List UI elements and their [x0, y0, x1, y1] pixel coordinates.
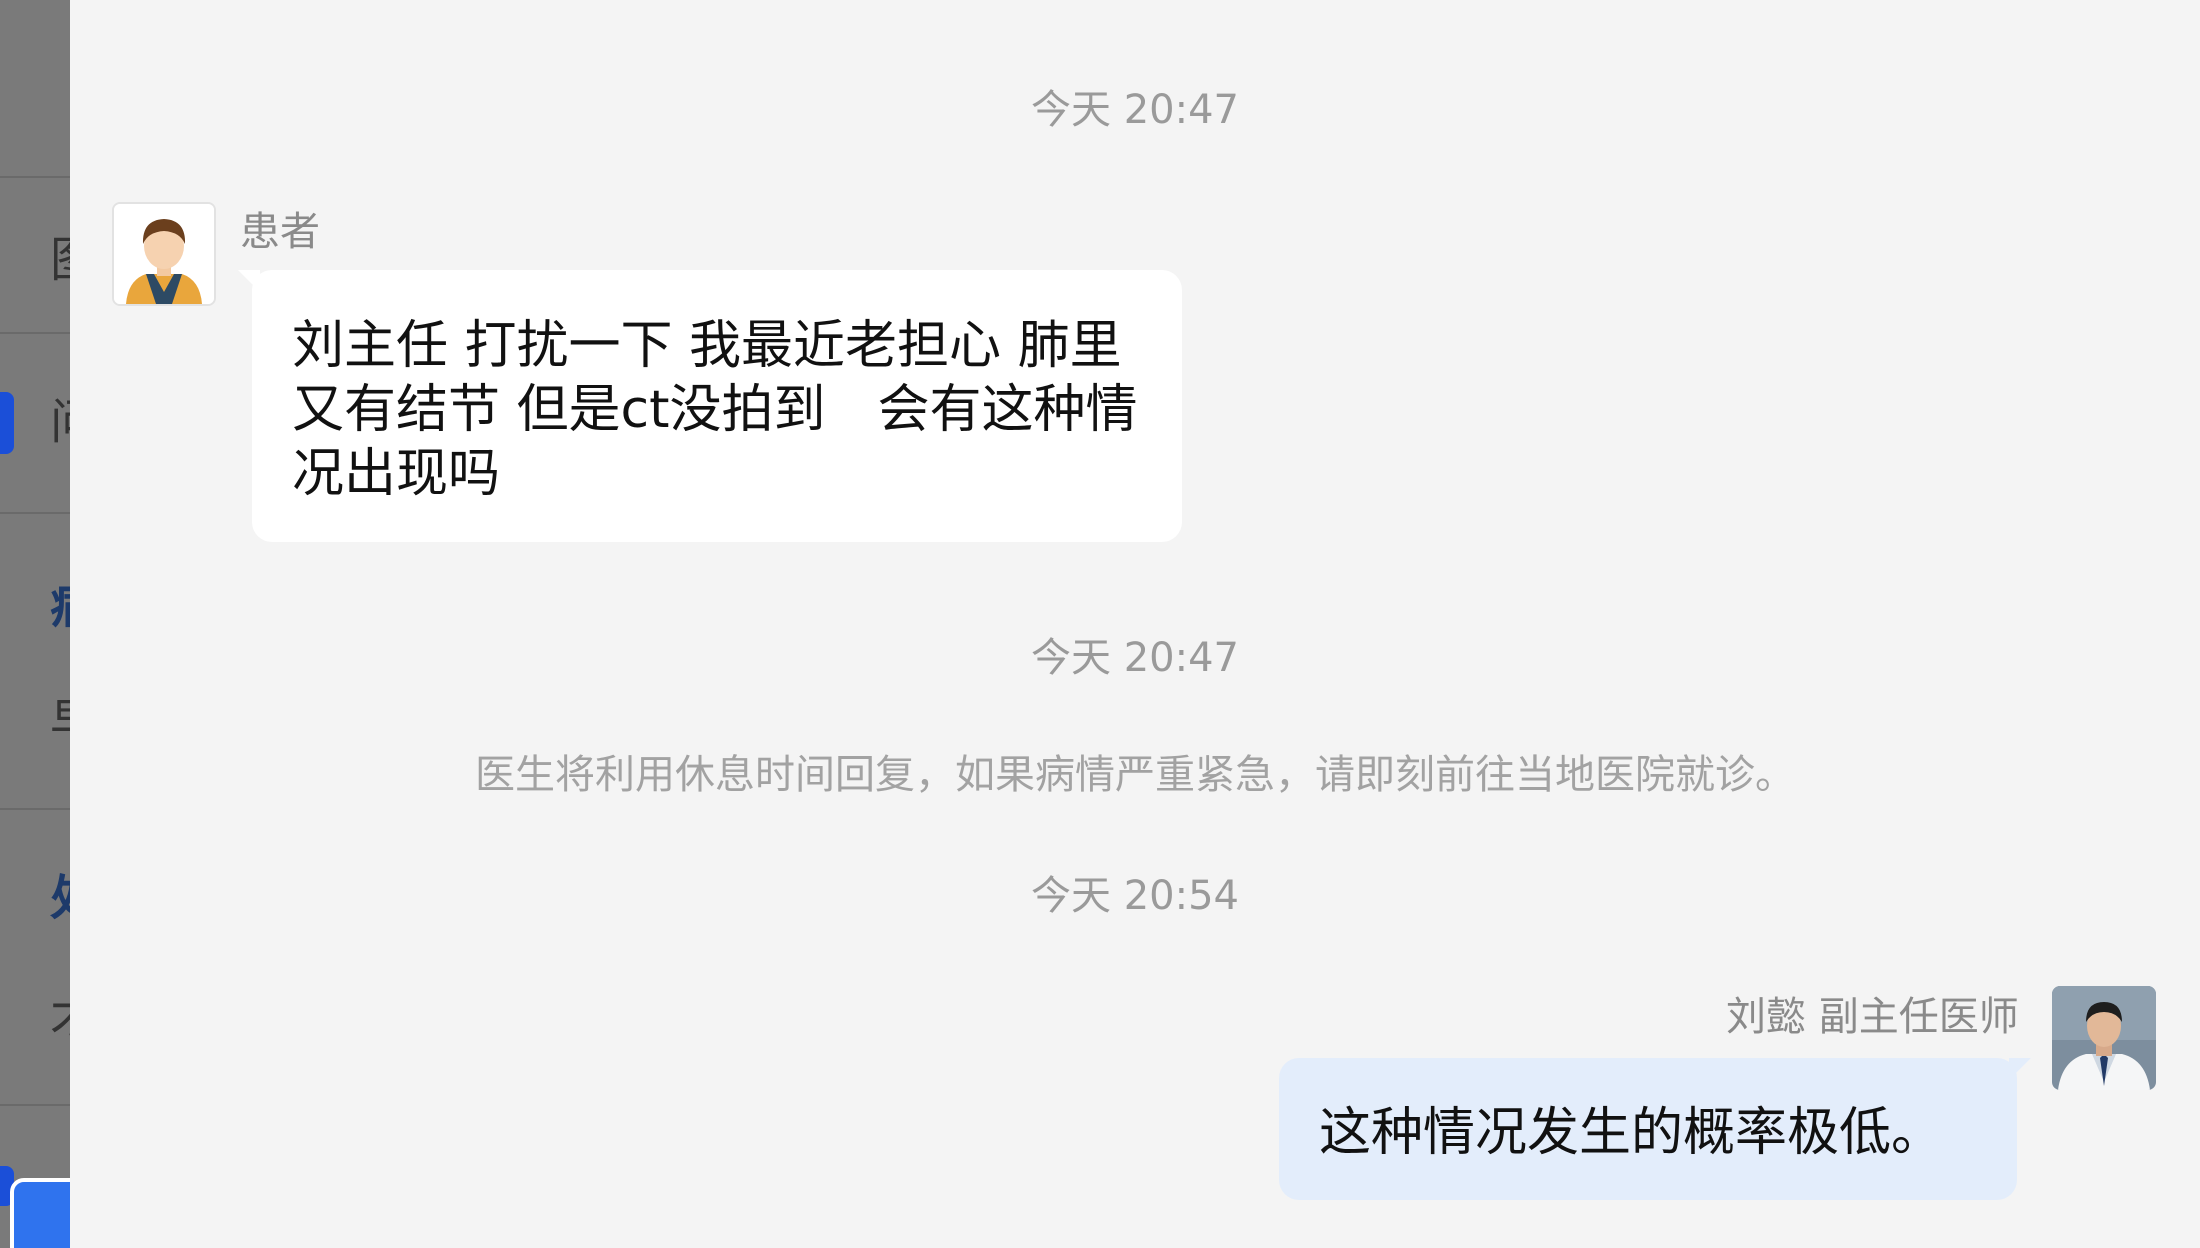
background-page: 图 问 病 早 处 才 — [0, 0, 70, 1248]
doctor-avatar[interactable] — [2052, 986, 2156, 1090]
background-heading: 处 — [50, 874, 70, 922]
message-timestamp: 今天 20:47 — [1031, 635, 1239, 681]
person-icon — [114, 204, 214, 304]
chat-panel[interactable]: 今天 20:47 患者 刘主任 打扰一下 我最近老担心 肺里又有结节 但是ct没… — [70, 0, 2200, 1248]
divider — [0, 1104, 70, 1106]
divider — [0, 808, 70, 810]
doctor-message-bubble[interactable]: 这种情况发生的概率极低。 — [1279, 1058, 2031, 1200]
doctor-name: 刘懿 副主任医师 — [1726, 994, 2019, 1040]
divider — [0, 332, 70, 334]
message-timestamp: 今天 20:54 — [1031, 873, 1239, 919]
floating-action-button[interactable] — [10, 1178, 70, 1248]
background-text: 图 — [50, 236, 70, 284]
message-text: 刘主任 打扰一下 我最近老担心 肺里又有结节 但是ct没拍到 会有这种情况出现吗 — [292, 316, 1138, 504]
divider — [0, 176, 70, 178]
background-text: 早 — [50, 698, 70, 746]
patient-name: 患者 — [240, 209, 320, 255]
background-text: 问 — [50, 398, 70, 446]
background-heading: 病 — [50, 582, 70, 630]
patient-message-bubble[interactable]: 刘主任 打扰一下 我最近老担心 肺里又有结节 但是ct没拍到 会有这种情况出现吗 — [238, 270, 1182, 542]
background-text: 才 — [50, 994, 70, 1042]
patient-avatar[interactable] — [112, 202, 216, 306]
message-text: 这种情况发生的概率极低。 — [1319, 1103, 1944, 1163]
doctor-photo-icon — [2052, 986, 2156, 1090]
divider — [0, 512, 70, 514]
system-notice: 医生将利用休息时间回复，如果病情严重紧急，请即刻前往当地医院就诊。 — [475, 752, 1795, 798]
selected-indicator — [0, 392, 14, 454]
message-timestamp: 今天 20:47 — [1031, 87, 1239, 133]
